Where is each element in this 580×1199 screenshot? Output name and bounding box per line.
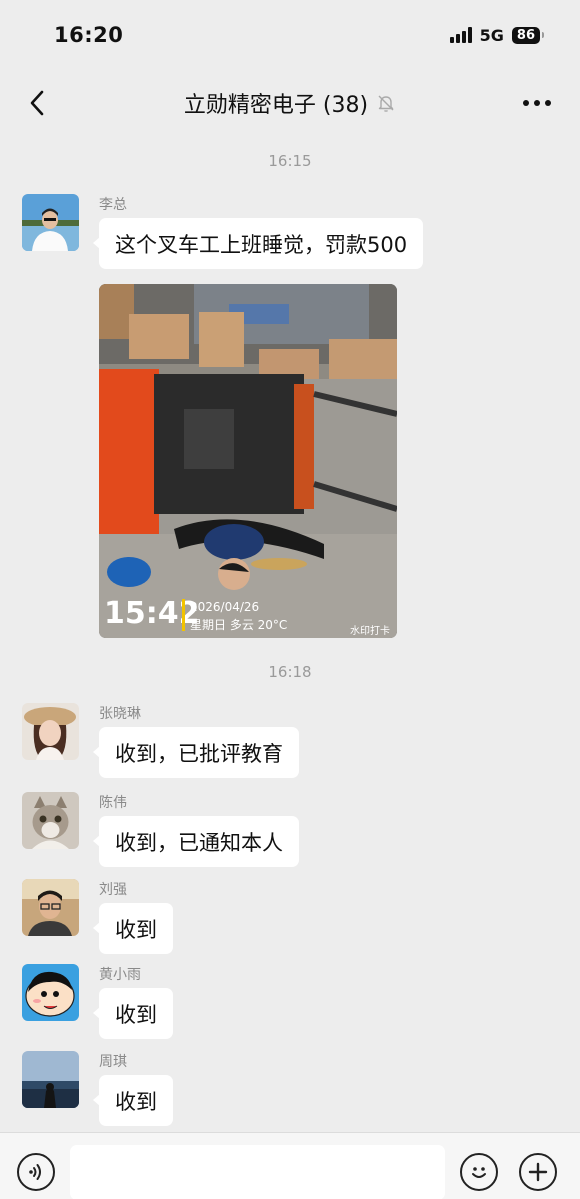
back-button[interactable]	[22, 88, 52, 118]
plus-icon	[528, 1162, 548, 1182]
status-indicators: 5G 86	[449, 25, 545, 45]
message-bubble[interactable]: 收到，已批评教育	[93, 727, 299, 778]
avatar[interactable]	[22, 703, 79, 760]
emoji-button[interactable]	[460, 1153, 498, 1191]
message-bubble[interactable]: 收到，已通知本人	[93, 816, 299, 867]
sender-name: 周琪	[99, 1054, 127, 1070]
watermark-time: 15:42	[104, 596, 200, 631]
message-bubble[interactable]: 收到	[93, 988, 173, 1039]
image-message[interactable]: 15:42 2026/04/26 星期日 多云 20°C 水印打卡	[99, 284, 397, 638]
message-bubble[interactable]: 收到	[93, 1075, 173, 1126]
message-item: 张晓琳 收到，已批评教育	[22, 703, 502, 783]
sender-name: 刘强	[99, 882, 127, 898]
signal-icon	[449, 27, 472, 43]
avatar[interactable]	[22, 964, 79, 1021]
message-item: 周琪 收到	[22, 1051, 502, 1131]
watermark-divider	[182, 599, 185, 631]
chat-title: 立勋精密电子 (38)	[183, 93, 369, 118]
avatar[interactable]	[22, 194, 79, 251]
message-item: 李总 这个叉车工上班睡觉，罚款500	[22, 194, 502, 274]
status-bar: 16:20 5G 86	[0, 0, 580, 70]
plus-button[interactable]	[519, 1153, 557, 1191]
avatar[interactable]	[22, 792, 79, 849]
chat-title-group: 立勋精密电子 (38)	[184, 87, 396, 119]
more-options-button[interactable]	[520, 92, 554, 114]
battery-icon: 86	[511, 26, 545, 44]
watermark-brand: 水印打卡	[350, 626, 390, 637]
chevron-left-icon	[30, 90, 44, 116]
status-time: 16:20	[54, 23, 124, 47]
input-bar	[0, 1132, 580, 1199]
avatar[interactable]	[22, 1051, 79, 1108]
sender-name: 陈伟	[99, 795, 127, 811]
message-item: 陈伟 收到，已通知本人	[22, 792, 502, 872]
message-input[interactable]	[70, 1145, 445, 1199]
watermark-weather: 星期日 多云 20°C	[190, 618, 288, 632]
ellipsis-icon	[523, 100, 529, 106]
sender-name: 张晓琳	[99, 706, 141, 722]
watermark-date: 2026/04/26	[190, 600, 260, 614]
timestamp: 16:18	[268, 663, 312, 681]
voice-button[interactable]	[17, 1153, 55, 1191]
sender-name: 黄小雨	[99, 967, 141, 983]
emoji-icon	[472, 1167, 486, 1178]
message-item: 黄小雨 收到	[22, 964, 502, 1044]
chat-header: 立勋精密电子 (38)	[0, 72, 580, 134]
message-bubble[interactable]: 收到	[93, 903, 173, 954]
sender-name: 李总	[99, 197, 127, 213]
timestamp: 16:15	[268, 152, 312, 170]
message-item: 刘强 收到	[22, 879, 502, 959]
network-type: 5G	[479, 25, 504, 45]
voice-icon	[29, 1164, 41, 1180]
message-bubble[interactable]: 这个叉车工上班睡觉，罚款500	[92, 218, 424, 269]
avatar[interactable]	[22, 879, 79, 936]
bell-slash-icon	[378, 95, 394, 112]
